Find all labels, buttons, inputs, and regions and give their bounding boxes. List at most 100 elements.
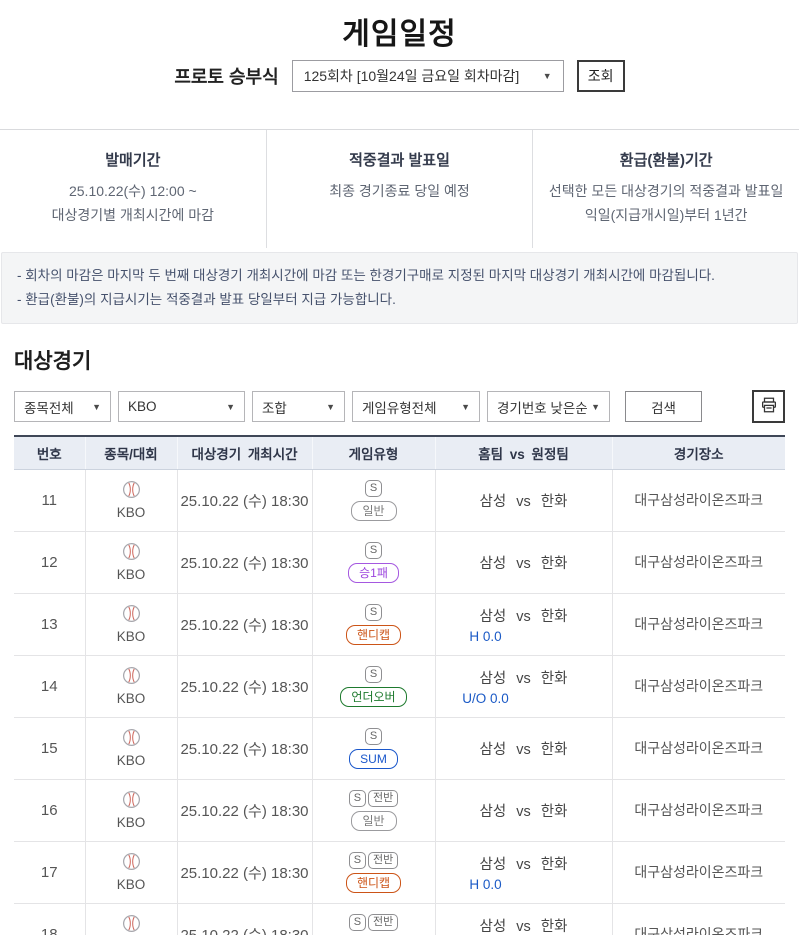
baseball-icon [122,542,141,566]
game-type-cell: S전반 언더오버 [311,903,435,935]
baseball-icon [122,604,141,628]
league-label: KBO [116,567,146,582]
match-time: 25.10.22 (수) 18:30 [176,779,312,842]
proto-selector-row: 프로토 승부식 125회차 [10월24일 금요일 회차마감] ▼ 조회 [0,60,799,92]
table-row: 18 KBO 25.10.22 (수) 18:30 S전반 언더오버 삼성 vs… [14,903,785,935]
games-table: 번호 종목/대회 대상경기 개최시간 게임유형 홈팀 vs 원정팀 경기장소 1… [14,435,785,935]
teams-cell: 삼성 vs 한화 H 0.0 [434,841,612,904]
sport-filter-dropdown[interactable]: 종목전체 ▼ [14,391,111,422]
notice-line-2: - 환급(환불)의 지급시기는 적중결과 발표 당일부터 지급 가능합니다. [17,292,396,307]
baseball-icon [122,728,141,752]
single-game-badge: S [364,727,383,745]
teams-cell: 삼성 vs 한화 [434,531,612,594]
teams-cell: 삼성 vs 한화 U/O 0.0 [434,655,612,718]
game-type-filter-dropdown[interactable]: 게임유형전체 ▼ [352,391,480,422]
refund-period-line1: 선택한 모든 대상경기의 적중결과 발표일 [548,183,784,199]
venue-text: 대구삼성라이온즈파크 [611,779,785,842]
match-number: 12 [14,531,85,594]
result-date-column: 적중결과 발표일 최종 경기종료 당일 예정 [265,130,533,248]
table-header-row: 번호 종목/대회 대상경기 개최시간 게임유형 홈팀 vs 원정팀 경기장소 [14,436,785,470]
chevron-down-icon: ▼ [542,71,552,81]
match-time: 25.10.22 (수) 18:30 [176,531,312,594]
header-start-time: 대상경기 개최시간 [176,436,312,470]
header-sport: 종목/대회 [84,436,177,470]
game-type-badge: 승1패 [348,562,399,583]
table-row: 14 KBO 25.10.22 (수) 18:30 S 언더오버 삼성 vs 한… [14,655,785,718]
sale-period-title: 발매기간 [105,152,161,169]
round-select-value: 125회차 [10월24일 금요일 회차마감] [303,68,520,84]
combination-filter-dropdown[interactable]: 조합 ▼ [252,391,345,422]
match-time: 25.10.22 (수) 18:30 [176,717,312,780]
venue-text: 대구삼성라이온즈파크 [611,655,785,718]
target-games-heading: 대상경기 [14,350,92,373]
venue-text: 대구삼성라이온즈파크 [611,717,785,780]
baseball-icon [122,852,141,876]
teams-cell: 삼성 vs 한화 H 0.0 [434,593,612,656]
match-time: 25.10.22 (수) 18:30 [176,469,312,532]
league-label: KBO [116,815,146,830]
match-number: 16 [14,779,85,842]
baseball-icon [122,914,141,935]
sport-cell: KBO [84,841,177,904]
single-game-badge: S [348,851,367,869]
teams-text: 삼성 vs 한화 [479,670,568,687]
sport-cell: KBO [84,717,177,780]
teams-text: 삼성 vs 한화 [479,608,568,625]
inquiry-button[interactable]: 조회 [576,60,625,92]
teams-text: 삼성 vs 한화 [479,555,568,572]
game-type-badge: 일반 [350,810,397,831]
single-game-badge: S [364,665,383,683]
page-title: 게임일정 [342,18,457,51]
refund-period-line2: 익일(지급개시일)부터 1년간 [584,207,748,223]
printer-icon [760,396,778,417]
venue-text: 대구삼성라이온즈파크 [611,469,785,532]
notice-line-1: - 회차의 마감은 마지막 두 번째 대상경기 개최시간에 마감 또는 한경기구… [17,268,715,283]
match-number: 11 [14,469,85,532]
single-game-badge: S [348,789,367,807]
combination-filter-value: 조합 [262,400,287,416]
filter-bar: 종목전체 ▼ KBO ▼ 조합 ▼ 게임유형전체 ▼ 경기번호 낮은순 ▼ 검색 [14,390,785,423]
round-select[interactable]: 125회차 [10월24일 금요일 회차마감] ▼ [291,60,564,92]
handicap-value: H 0.0 [469,876,502,892]
teams-cell: 삼성 vs 한화 [434,717,612,780]
match-time: 25.10.22 (수) 18:30 [176,593,312,656]
header-number: 번호 [14,436,85,470]
first-half-badge: 전반 [368,789,399,807]
single-game-badge: S [364,603,383,621]
sort-order-dropdown[interactable]: 경기번호 낮은순 ▼ [487,391,610,422]
match-number: 18 [14,903,85,935]
header-venue: 경기장소 [611,436,785,470]
sport-cell: KBO [84,903,177,935]
result-date-line1: 최종 경기종료 당일 예정 [329,183,470,199]
header-teams: 홈팀 vs 원정팀 [434,436,612,470]
notice-box: - 회차의 마감은 마지막 두 번째 대상경기 개최시간에 마감 또는 한경기구… [1,252,798,324]
game-type-cell: S SUM [311,717,435,780]
search-button[interactable]: 검색 [625,391,702,422]
handicap-value: U/O 0.0 [462,690,509,706]
baseball-icon [122,790,141,814]
table-row: 16 KBO 25.10.22 (수) 18:30 S 전반 일반 삼성 vs 한… [14,779,785,842]
single-game-badge: S [364,479,383,497]
sort-order-value: 경기번호 낮은순 [497,400,588,416]
chevron-down-icon: ▼ [326,401,335,412]
game-type-cell: S 전반 핸디캡 [311,841,435,904]
league-filter-dropdown[interactable]: KBO ▼ [118,391,245,422]
sale-period-line1: 25.10.22(수) 12:00 ~ [68,183,197,199]
venue-text: 대구삼성라이온즈파크 [611,593,785,656]
chevron-down-icon: ▼ [92,401,101,412]
match-time: 25.10.22 (수) 18:30 [176,903,312,935]
refund-period-column: 환급(환불)기간 선택한 모든 대상경기의 적중결과 발표일 익일(지급개시일)… [532,130,799,248]
venue-text: 대구삼성라이온즈파크 [611,903,785,935]
chevron-down-icon: ▼ [226,401,235,412]
game-type-badge: SUM [349,748,398,769]
proto-type-label: 프로토 승부식 [174,67,279,87]
game-type-badge: 핸디캡 [345,872,402,893]
teams-text: 삼성 vs 한화 [479,493,568,510]
print-button[interactable] [752,390,785,423]
match-time: 25.10.22 (수) 18:30 [176,655,312,718]
teams-cell: 삼성 vs 한화 [434,469,612,532]
result-date-title: 적중결과 발표일 [349,152,450,169]
teams-text: 삼성 vs 한화 [479,803,568,820]
single-game-badge: S [364,541,383,559]
teams-text: 삼성 vs 한화 [479,741,568,758]
